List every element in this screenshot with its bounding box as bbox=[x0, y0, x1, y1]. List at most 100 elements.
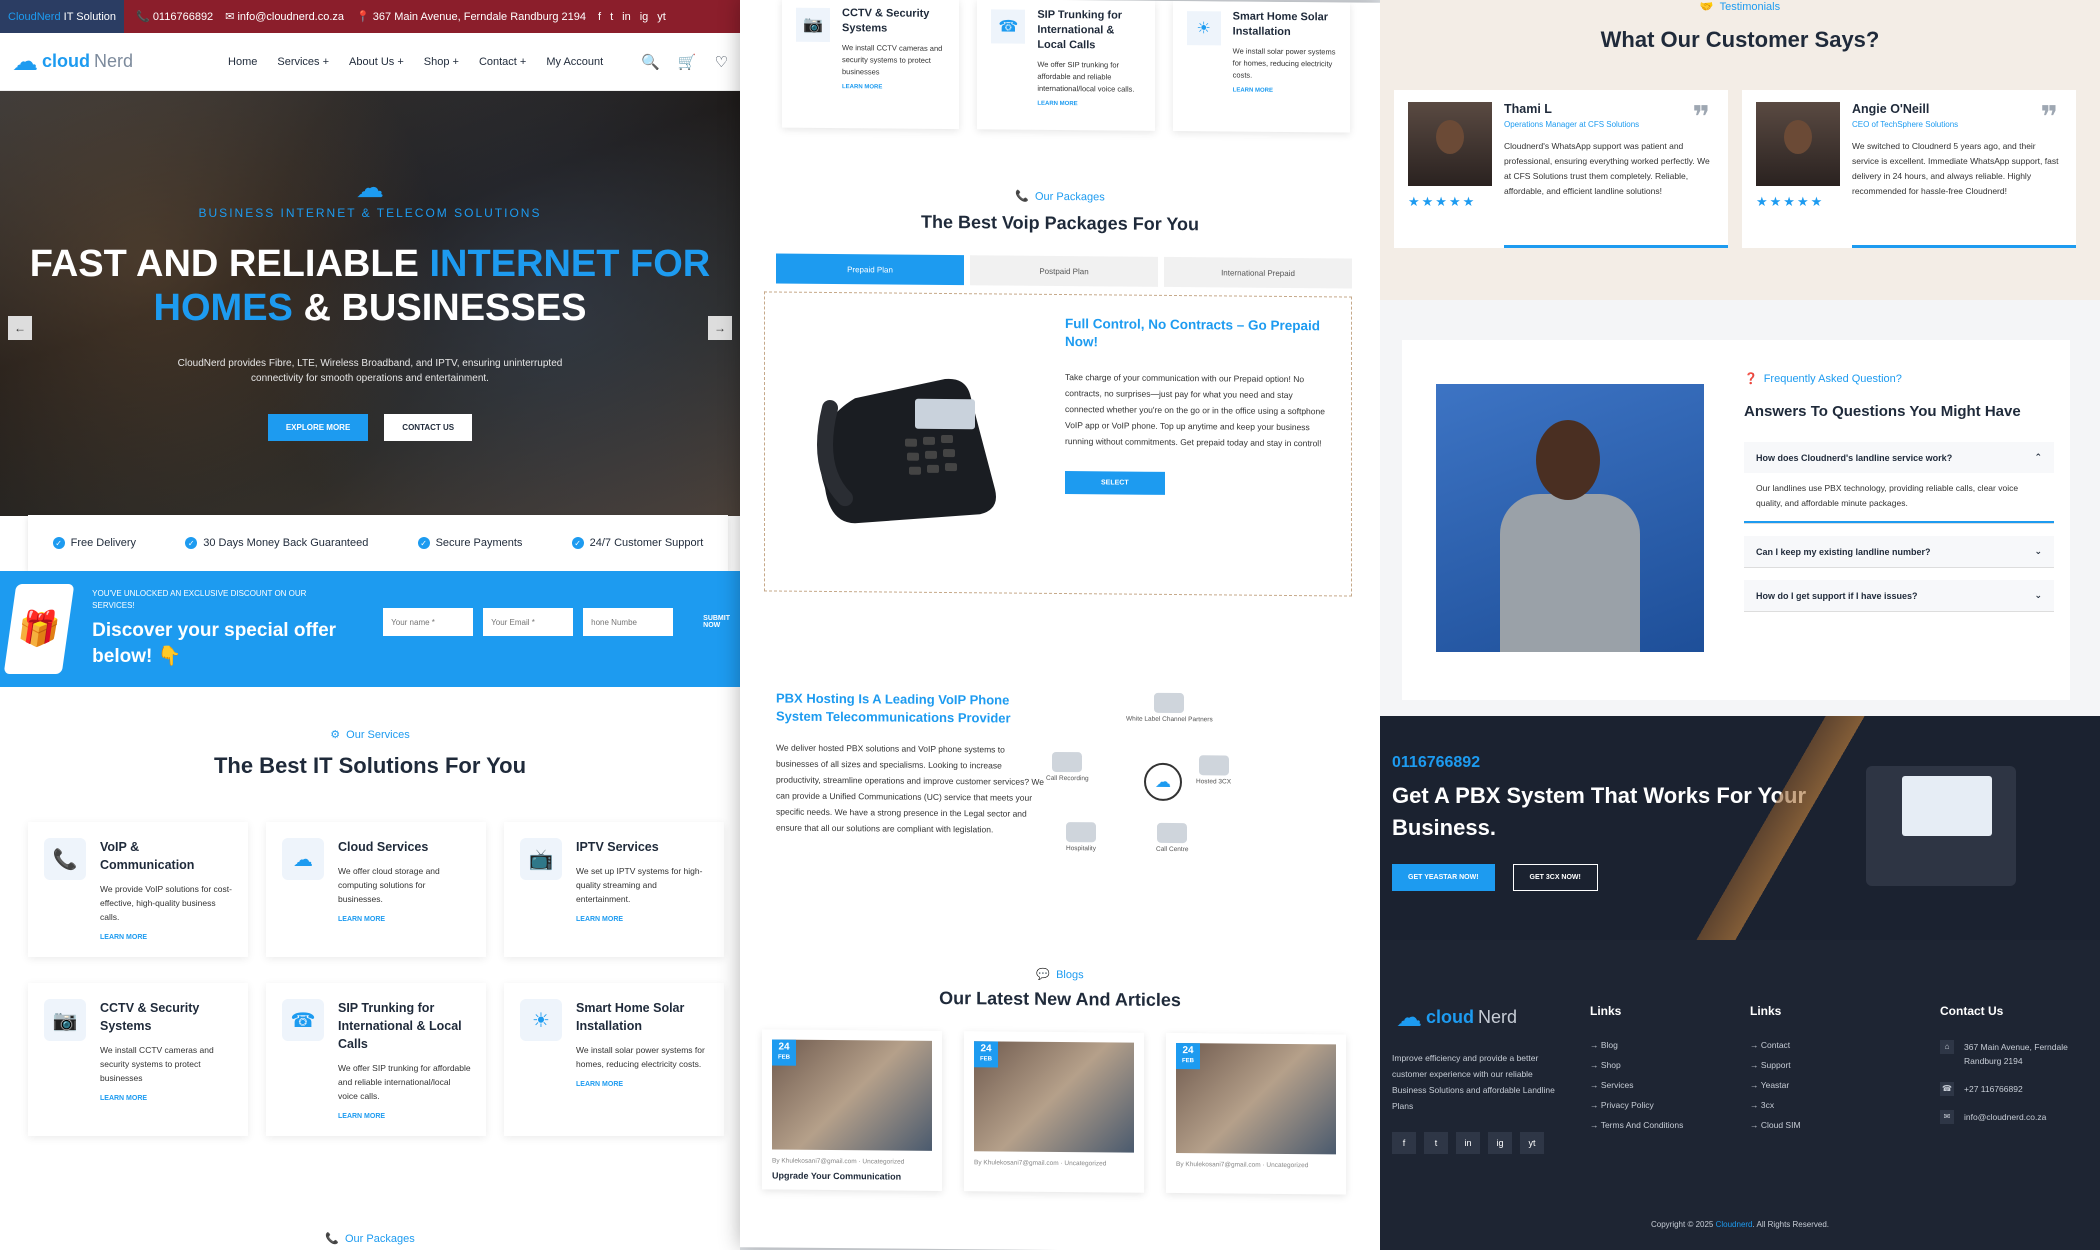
footer-link-privacy[interactable]: → Privacy Policy bbox=[1590, 1100, 1683, 1110]
testimonial-card: ★★★★★ Thami L Operations Manager at CFS … bbox=[1394, 90, 1728, 248]
service-card[interactable]: 📺 IPTV Services We set up IPTV systems f… bbox=[504, 822, 724, 957]
pbx-title: PBX Hosting Is A Leading VoIP Phone Syst… bbox=[776, 690, 1011, 726]
footer-link-blog[interactable]: → Blog bbox=[1590, 1040, 1683, 1050]
package-heading: Full Control, No Contracts – Go Prepaid … bbox=[1065, 316, 1321, 350]
youtube-icon[interactable]: yt bbox=[1520, 1132, 1544, 1154]
phone-icon: 📞 bbox=[325, 1233, 339, 1245]
feature-strip: ✓ Free Delivery ✓ 30 Days Money Back Guara… bbox=[28, 515, 728, 571]
footer-link-contact[interactable]: → Contact bbox=[1750, 1040, 1801, 1050]
learn-more-link[interactable]: LEARN MORE bbox=[338, 916, 472, 923]
learn-more-link[interactable]: LEARN MORE bbox=[100, 1095, 234, 1102]
diagram-node: Call Centre bbox=[1156, 822, 1189, 853]
get-yeastar-button[interactable]: GET YEASTAR NOW! bbox=[1392, 864, 1495, 891]
top-phone[interactable]: 📞 0116766892 bbox=[136, 10, 213, 23]
cta-phone[interactable]: 0116766892 bbox=[1392, 754, 1480, 772]
solar-icon: ☀ bbox=[1186, 11, 1221, 46]
diagram-node: Hosted 3CX bbox=[1196, 755, 1231, 785]
star-rating: ★★★★★ bbox=[1408, 194, 1477, 209]
top-email[interactable]: ✉ info@cloudnerd.co.za bbox=[225, 10, 344, 23]
learn-more-link[interactable]: LEARN MORE bbox=[576, 1081, 710, 1088]
learn-more-link[interactable]: LEARN MORE bbox=[100, 934, 234, 941]
diagram-node: Hospitality bbox=[1066, 822, 1096, 852]
footer-link-yeastar[interactable]: → Yeastar bbox=[1750, 1080, 1801, 1090]
nav-shop[interactable]: Shop + bbox=[424, 56, 459, 68]
homepage-left-panel: CloudNerd IT Solution 📞 0116766892 ✉ inf… bbox=[0, 0, 740, 1250]
footer-link-shop[interactable]: → Shop bbox=[1590, 1060, 1683, 1070]
hero-kicker: BUSINESS INTERNET & TELECOM SOLUTIONS bbox=[198, 206, 542, 220]
nav-about[interactable]: About Us + bbox=[349, 56, 404, 68]
get-3cx-button[interactable]: GET 3CX NOW! bbox=[1512, 864, 1598, 891]
star-rating: ★★★★★ bbox=[1756, 194, 1825, 209]
faq-section: ❓ Frequently Asked Question? Answers To Q… bbox=[1402, 340, 2070, 700]
footer: ☁ cloud Nerd Improve efficiency and provi… bbox=[1380, 940, 2100, 1250]
twitter-icon[interactable]: t bbox=[610, 11, 613, 23]
faq-item[interactable]: How does Cloudnerd's landline service wo… bbox=[1744, 442, 2054, 524]
check-icon: ✓ bbox=[417, 537, 430, 549]
nav-contact[interactable]: Contact + bbox=[479, 56, 526, 68]
search-icon[interactable]: 🔍 bbox=[641, 53, 660, 71]
nav-my-account[interactable]: My Account bbox=[546, 56, 603, 68]
handshake-icon: 🤝 bbox=[1699, 1, 1714, 13]
facebook-icon[interactable]: f bbox=[598, 11, 601, 23]
location-icon: ⌂ bbox=[1940, 1040, 1954, 1054]
instagram-icon[interactable]: ig bbox=[640, 11, 649, 23]
service-card[interactable]: ☁ Cloud Services We offer cloud storage … bbox=[266, 822, 486, 957]
name-input[interactable] bbox=[383, 608, 474, 636]
email-icon: ✉ bbox=[1940, 1110, 1954, 1124]
phone-input[interactable] bbox=[583, 608, 674, 636]
faq-item[interactable]: Can I keep my existing landline number? ⌄ bbox=[1744, 536, 2054, 568]
homepage-right-panel: 🤝 Testimonials What Our Customer Says? ★★… bbox=[1380, 0, 2100, 1250]
nav-services[interactable]: Services + bbox=[277, 56, 329, 68]
service-card[interactable]: ☎ SIP Trunking for International & Local… bbox=[977, 0, 1155, 131]
blog-card[interactable]: 24 FEB By Khulekosani7@gmail.com · Uncate… bbox=[1166, 1032, 1346, 1195]
tab-prepaid[interactable]: Prepaid Plan bbox=[776, 253, 964, 286]
quote-icon: ❞ bbox=[1692, 101, 1710, 134]
nav-home[interactable]: Home bbox=[228, 56, 257, 68]
footer-link-3cx[interactable]: → 3cx bbox=[1750, 1100, 1801, 1110]
linkedin-icon[interactable]: in bbox=[1456, 1132, 1480, 1154]
select-button[interactable]: SELECT bbox=[1065, 471, 1165, 495]
footer-link-terms[interactable]: → Terms And Conditions bbox=[1590, 1120, 1683, 1130]
service-card[interactable]: ☎ SIP Trunking for International & Local… bbox=[266, 983, 486, 1136]
service-card[interactable]: 📷 CCTV & Security Systems We install CCT… bbox=[28, 983, 248, 1136]
cart-icon[interactable]: 🛒 bbox=[678, 53, 697, 71]
heart-icon[interactable]: ♡ bbox=[715, 53, 728, 71]
footer-description: Improve efficiency and provide a better … bbox=[1392, 1053, 1555, 1111]
blog-card[interactable]: 24 FEB By Khulekosani7@gmail.com · Uncate… bbox=[762, 1029, 942, 1191]
phone-icon: 📞 bbox=[1015, 190, 1029, 203]
service-card[interactable]: 📞 VoIP & Communication We provide VoIP s… bbox=[28, 822, 248, 957]
footer-link-services[interactable]: → Services bbox=[1590, 1080, 1683, 1090]
footer-link-support[interactable]: → Support bbox=[1750, 1060, 1801, 1070]
facebook-icon[interactable]: f bbox=[1392, 1132, 1416, 1154]
top-brand: CloudNerd IT Solution bbox=[0, 0, 125, 33]
learn-more-link[interactable]: LEARN MORE bbox=[1037, 101, 1144, 108]
explore-more-button[interactable]: EXPLORE MORE bbox=[267, 414, 369, 441]
youtube-icon[interactable]: yt bbox=[657, 11, 666, 23]
service-card[interactable]: ☀ Smart Home Solar Installation We insta… bbox=[504, 983, 724, 1136]
footer-link-cloud-sim[interactable]: → Cloud SIM bbox=[1750, 1120, 1801, 1130]
check-icon: ✓ bbox=[185, 537, 198, 549]
email-input[interactable] bbox=[483, 608, 574, 636]
contact-us-button[interactable]: CONTACT US bbox=[384, 414, 473, 441]
learn-more-link[interactable]: LEARN MORE bbox=[842, 84, 949, 91]
linkedin-icon[interactable]: in bbox=[622, 11, 631, 23]
submit-button[interactable]: SUBMIT NOW bbox=[703, 615, 730, 629]
footer-logo[interactable]: ☁ cloud Nerd bbox=[1396, 1002, 1517, 1033]
faq-item[interactable]: How do I get support if I have issues? ⌄ bbox=[1744, 580, 2054, 612]
service-card[interactable]: ☀ Smart Home Solar Installation We insta… bbox=[1172, 0, 1350, 133]
tab-international-prepaid[interactable]: International Prepaid bbox=[1164, 256, 1352, 289]
instagram-icon[interactable]: ig bbox=[1488, 1132, 1512, 1154]
tab-postpaid[interactable]: Postpaid Plan bbox=[970, 255, 1158, 287]
blog-card[interactable]: 24 FEB By Khulekosani7@gmail.com · Uncate… bbox=[964, 1031, 1144, 1193]
testimonial-card: ★★★★★ Angie O'Neill CEO of TechSphere So… bbox=[1742, 90, 2076, 248]
learn-more-link[interactable]: LEARN MORE bbox=[338, 1113, 472, 1120]
sip-icon: ☎ bbox=[991, 9, 1026, 44]
learn-more-link[interactable]: LEARN MORE bbox=[576, 916, 710, 923]
twitter-icon[interactable]: t bbox=[1424, 1132, 1448, 1154]
service-card[interactable]: 📷 CCTV & Security Systems We install CCT… bbox=[782, 0, 960, 130]
chevron-down-icon: ⌄ bbox=[2034, 590, 2042, 600]
learn-more-link[interactable]: LEARN MORE bbox=[1233, 88, 1340, 95]
check-icon: ✓ bbox=[52, 537, 65, 549]
hero-section: ← → ☁ BUSINESS INTERNET & TELECOM SOLUTI… bbox=[0, 91, 740, 516]
site-logo[interactable]: ☁ cloud Nerd bbox=[12, 46, 133, 77]
